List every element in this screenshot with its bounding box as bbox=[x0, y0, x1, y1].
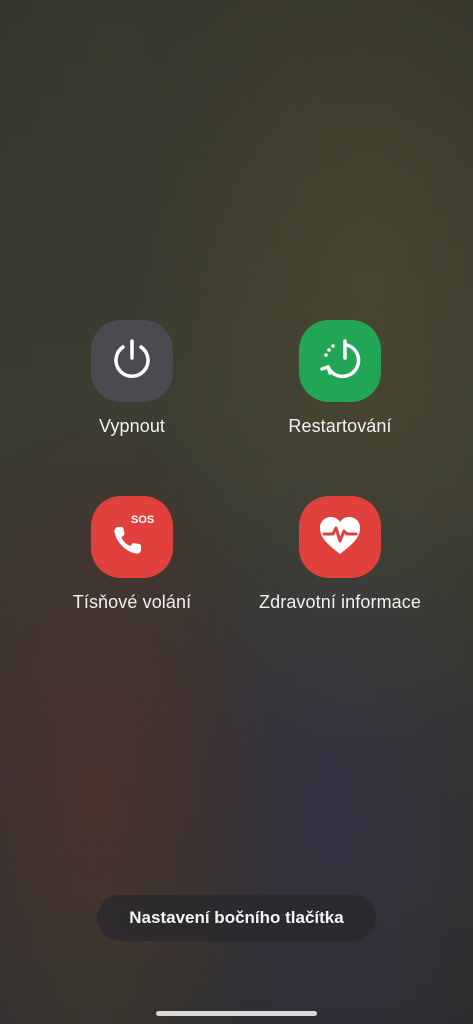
side-button-settings-label: Nastavení bočního tlačítka bbox=[129, 908, 344, 927]
medical-info-button[interactable]: Zdravotní informace bbox=[240, 496, 440, 613]
restart-tile[interactable] bbox=[299, 320, 381, 402]
sos-text: SOS bbox=[131, 514, 155, 526]
navigation-gesture-bar[interactable] bbox=[156, 1011, 317, 1016]
restart-icon bbox=[316, 335, 364, 388]
power-icon bbox=[109, 336, 155, 387]
heart-pulse-icon bbox=[316, 513, 364, 562]
power-off-button[interactable]: Vypnout bbox=[32, 320, 232, 437]
emergency-call-tile[interactable]: SOS bbox=[91, 496, 173, 578]
power-off-tile[interactable] bbox=[91, 320, 173, 402]
emergency-call-button[interactable]: SOS Tísňové volání bbox=[32, 496, 232, 613]
medical-info-tile[interactable] bbox=[299, 496, 381, 578]
restart-label: Restartování bbox=[288, 416, 392, 436]
sos-phone-icon: SOS bbox=[104, 509, 160, 565]
emergency-call-label: Tísňové volání bbox=[72, 592, 192, 612]
power-off-label: Vypnout bbox=[98, 416, 166, 436]
side-button-settings-button[interactable]: Nastavení bočního tlačítka bbox=[97, 895, 376, 941]
restart-button[interactable]: Restartování bbox=[240, 320, 440, 437]
medical-info-label: Zdravotní informace bbox=[259, 592, 421, 612]
